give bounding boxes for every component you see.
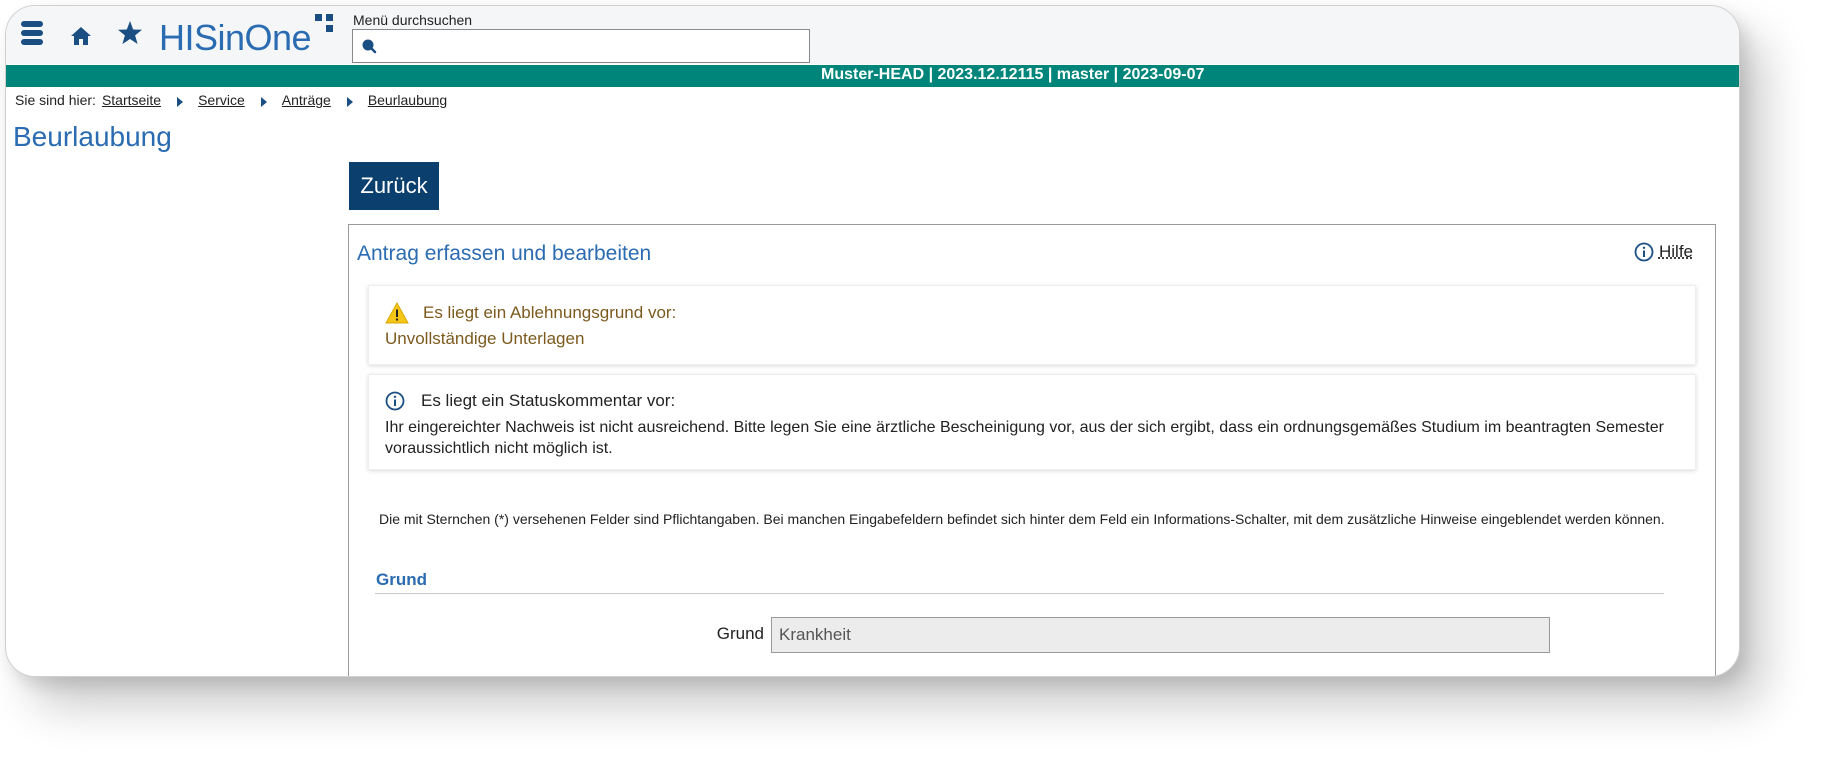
breadcrumb-item-beurlaubung[interactable]: Beurlaubung xyxy=(368,92,447,108)
warning-heading: Es liegt ein Ablehnungsgrund vor: xyxy=(423,303,677,322)
required-fields-note: Die mit Sternchen (*) versehenen Felder … xyxy=(379,511,1665,527)
info-circle-icon xyxy=(385,391,405,411)
chevron-right-icon xyxy=(346,97,353,107)
section-divider xyxy=(375,593,1664,594)
grund-field-label: Grund xyxy=(716,624,764,643)
logo-text: HISinOne xyxy=(159,17,312,58)
breadcrumb-item-antraege[interactable]: Anträge xyxy=(282,92,331,108)
status-comment-message: Es liegt ein Statuskommentar vor: Ihr ei… xyxy=(368,374,1696,470)
grund-field[interactable] xyxy=(771,617,1550,653)
info-body: Ihr eingereichter Nachweis ist nicht aus… xyxy=(385,419,1664,457)
breadcrumb-prefix: Sie sind hier: xyxy=(15,92,96,108)
app-window: HISinOne Menü durchsuchen Muster-HEAD | … xyxy=(5,5,1740,677)
warning-body: Unvollständige Unterlagen xyxy=(385,329,585,348)
menu-search-input[interactable] xyxy=(352,29,810,63)
request-panel: Antrag erfassen und bearbeiten Hilfe Es … xyxy=(348,224,1716,676)
hamburger-menu-icon[interactable] xyxy=(20,20,44,46)
version-text: Muster-HEAD | 2023.12.12115 | master | 2… xyxy=(821,66,1205,83)
logo-dots-icon xyxy=(315,14,345,44)
rejection-warning-message: Es liegt ein Ablehnungsgrund vor: Unvoll… xyxy=(368,285,1696,365)
breadcrumb-item-service[interactable]: Service xyxy=(198,92,245,108)
back-button[interactable]: Zurück xyxy=(349,162,439,210)
page-title: Beurlaubung xyxy=(13,121,172,152)
home-icon[interactable] xyxy=(70,26,92,46)
info-circle-icon xyxy=(1634,242,1654,262)
search-label: Menü durchsuchen xyxy=(353,12,473,28)
chevron-right-icon xyxy=(177,97,184,107)
section-title-grund: Grund xyxy=(376,570,427,589)
top-header: HISinOne Menü durchsuchen xyxy=(6,6,1739,64)
help-link[interactable]: Hilfe xyxy=(1634,242,1693,262)
panel-title: Antrag erfassen und bearbeiten xyxy=(357,242,652,265)
help-label: Hilfe xyxy=(1658,242,1693,261)
hisinone-logo[interactable]: HISinOne xyxy=(159,14,345,64)
warning-triangle-icon xyxy=(385,302,409,324)
favorites-star-icon[interactable] xyxy=(116,20,144,46)
chevron-right-icon xyxy=(260,97,267,107)
breadcrumb: Sie sind hier: Startseite Service Anträg… xyxy=(15,92,447,108)
info-heading: Es liegt ein Statuskommentar vor: xyxy=(421,391,676,410)
search-icon xyxy=(362,39,377,54)
version-bar: Muster-HEAD | 2023.12.12115 | master | 2… xyxy=(6,65,1739,87)
breadcrumb-item-startseite[interactable]: Startseite xyxy=(102,92,161,108)
